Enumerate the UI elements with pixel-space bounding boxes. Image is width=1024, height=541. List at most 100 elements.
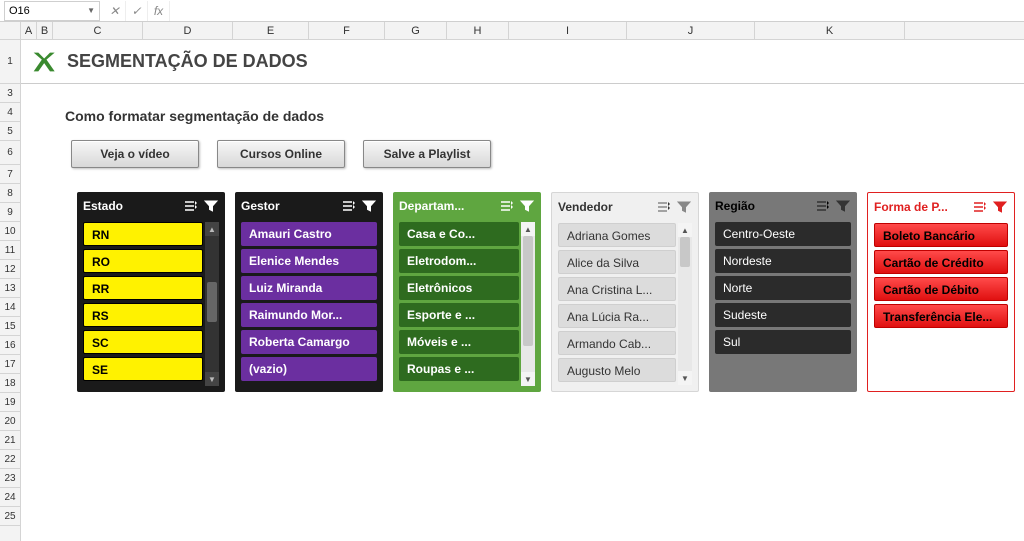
slicer-item[interactable]: SE xyxy=(83,357,203,381)
multi-select-icon[interactable] xyxy=(815,198,831,214)
row-header[interactable]: 25 xyxy=(0,507,20,526)
clear-filter-icon[interactable] xyxy=(676,199,692,215)
slicer-item[interactable]: Raimundo Mor... xyxy=(241,303,377,327)
row-header[interactable]: 8 xyxy=(0,184,20,203)
slicer-item[interactable]: Cartão de Crédito xyxy=(874,250,1008,274)
slicer[interactable]: GestorAmauri CastroElenice MendesLuiz Mi… xyxy=(235,192,383,392)
clear-filter-icon[interactable] xyxy=(361,198,377,214)
clear-filter-icon[interactable] xyxy=(203,198,219,214)
scroll-thumb[interactable] xyxy=(207,282,217,322)
slicer[interactable]: EstadoRNRORRRSSCSE▲▼ xyxy=(77,192,225,392)
column-header[interactable]: I xyxy=(509,22,627,39)
scroll-up-icon[interactable]: ▲ xyxy=(678,223,692,237)
column-header[interactable]: D xyxy=(143,22,233,39)
row-header[interactable]: 21 xyxy=(0,431,20,450)
slicer-item[interactable]: Adriana Gomes xyxy=(558,223,676,247)
slicer-item[interactable]: RO xyxy=(83,249,203,273)
slicer-item[interactable]: RN xyxy=(83,222,203,246)
row-header[interactable]: 24 xyxy=(0,488,20,507)
slicer-item[interactable]: SC xyxy=(83,330,203,354)
slicer[interactable]: Departam...Casa e Co...Eletrodom...Eletr… xyxy=(393,192,541,392)
scroll-thumb[interactable] xyxy=(680,237,690,267)
multi-select-icon[interactable] xyxy=(183,198,199,214)
slicer-item[interactable]: RR xyxy=(83,276,203,300)
column-header[interactable]: B xyxy=(37,22,53,39)
slicer-item[interactable]: Casa e Co... xyxy=(399,222,519,246)
column-header[interactable]: J xyxy=(627,22,755,39)
name-box[interactable]: O16 ▼ xyxy=(4,1,100,21)
slicer-item[interactable]: Armando Cab... xyxy=(558,331,676,355)
scrollbar[interactable]: ▲▼ xyxy=(205,222,219,386)
multi-select-icon[interactable] xyxy=(499,198,515,214)
row-header[interactable]: 5 xyxy=(0,122,20,141)
column-header[interactable]: K xyxy=(755,22,905,39)
row-header[interactable]: 16 xyxy=(0,336,20,355)
row-header[interactable]: 10 xyxy=(0,222,20,241)
column-header[interactable]: G xyxy=(385,22,447,39)
multi-select-icon[interactable] xyxy=(341,198,357,214)
multi-select-icon[interactable] xyxy=(972,199,988,215)
row-header[interactable]: 6 xyxy=(0,141,20,165)
scroll-down-icon[interactable]: ▼ xyxy=(678,371,692,385)
cancel-icon[interactable]: ✕ xyxy=(104,1,126,21)
multi-select-icon[interactable] xyxy=(656,199,672,215)
row-header[interactable]: 20 xyxy=(0,412,20,431)
slicer-item[interactable]: Boleto Bancário xyxy=(874,223,1008,247)
slicer-item[interactable]: Transferência Ele... xyxy=(874,304,1008,328)
scrollbar[interactable]: ▲▼ xyxy=(521,222,535,386)
clear-filter-icon[interactable] xyxy=(519,198,535,214)
action-button[interactable]: Salve a Playlist xyxy=(363,140,491,168)
slicer-item[interactable]: Eletrodom... xyxy=(399,249,519,273)
slicer-item[interactable]: Roberta Camargo xyxy=(241,330,377,354)
action-button[interactable]: Cursos Online xyxy=(217,140,345,168)
clear-filter-icon[interactable] xyxy=(992,199,1008,215)
row-header[interactable]: 3 xyxy=(0,84,20,103)
row-header[interactable]: 23 xyxy=(0,469,20,488)
scroll-down-icon[interactable]: ▼ xyxy=(205,372,219,386)
slicer-item[interactable]: Móveis e ... xyxy=(399,330,519,354)
slicer-item[interactable]: Eletrônicos xyxy=(399,276,519,300)
row-header[interactable]: 11 xyxy=(0,241,20,260)
slicer-item[interactable]: Esporte e ... xyxy=(399,303,519,327)
column-header[interactable]: E xyxy=(233,22,309,39)
scrollbar[interactable]: ▲▼ xyxy=(678,223,692,385)
column-header[interactable]: C xyxy=(53,22,143,39)
scroll-thumb[interactable] xyxy=(523,236,533,346)
slicer-item[interactable]: Ana Cristina L... xyxy=(558,277,676,301)
slicer-item[interactable]: RS xyxy=(83,303,203,327)
scroll-up-icon[interactable]: ▲ xyxy=(205,222,219,236)
row-header[interactable]: 12 xyxy=(0,260,20,279)
scroll-down-icon[interactable]: ▼ xyxy=(521,372,535,386)
slicer-item[interactable]: Norte xyxy=(715,276,851,300)
row-header[interactable]: 13 xyxy=(0,279,20,298)
row-header[interactable]: 14 xyxy=(0,298,20,317)
slicer-item[interactable]: Cartão de Débito xyxy=(874,277,1008,301)
slicer-item[interactable]: Elenice Mendes xyxy=(241,249,377,273)
row-header[interactable]: 22 xyxy=(0,450,20,469)
slicer-item[interactable]: Sul xyxy=(715,330,851,354)
select-all-corner[interactable] xyxy=(0,22,21,40)
row-header[interactable]: 1 xyxy=(0,40,20,84)
scroll-up-icon[interactable]: ▲ xyxy=(521,222,535,236)
slicer-item[interactable]: Nordeste xyxy=(715,249,851,273)
slicer-item[interactable]: Ana Lúcia Ra... xyxy=(558,304,676,328)
row-header[interactable]: 18 xyxy=(0,374,20,393)
slicer-item[interactable]: (vazio) xyxy=(241,357,377,381)
row-header[interactable]: 4 xyxy=(0,103,20,122)
slicer-item[interactable]: Luiz Miranda xyxy=(241,276,377,300)
check-icon[interactable]: ✓ xyxy=(126,1,148,21)
slicer-item[interactable]: Centro-Oeste xyxy=(715,222,851,246)
row-header[interactable]: 15 xyxy=(0,317,20,336)
slicer-item[interactable]: Alice da Silva xyxy=(558,250,676,274)
column-header[interactable]: H xyxy=(447,22,509,39)
slicer-item[interactable]: Amauri Castro xyxy=(241,222,377,246)
slicer-item[interactable]: Augusto Melo xyxy=(558,358,676,382)
row-header[interactable]: 17 xyxy=(0,355,20,374)
row-header[interactable]: 7 xyxy=(0,165,20,184)
slicer[interactable]: RegiãoCentro-OesteNordesteNorteSudesteSu… xyxy=(709,192,857,392)
clear-filter-icon[interactable] xyxy=(835,198,851,214)
formula-input[interactable] xyxy=(170,1,1024,21)
row-header[interactable]: 19 xyxy=(0,393,20,412)
slicer-item[interactable]: Roupas e ... xyxy=(399,357,519,381)
column-header[interactable]: A xyxy=(21,22,37,39)
